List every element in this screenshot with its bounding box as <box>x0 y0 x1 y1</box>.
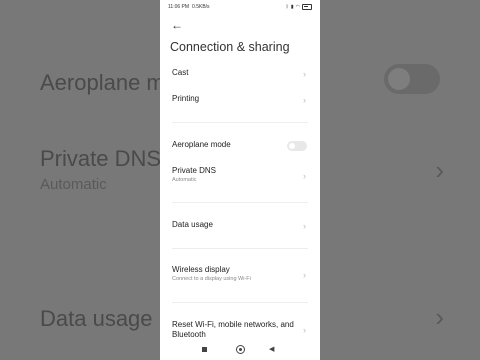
list-item-sublabel: Connect to a display using Wi-Fi <box>172 276 251 282</box>
divider <box>172 248 308 249</box>
list-item-label-line2: Bluetooth <box>172 330 206 339</box>
chevron-right-icon: › <box>303 270 306 280</box>
list-item-sublabel: Automatic <box>172 177 197 183</box>
bg-private-dns-label: Private DNS <box>40 146 162 171</box>
chevron-right-icon: › <box>303 221 306 231</box>
signal-icon: ▮ <box>290 4 294 10</box>
bg-chevron-icon: › <box>435 302 444 332</box>
list-item-label: Printing <box>172 94 200 103</box>
aeroplane-mode-toggle[interactable] <box>287 141 307 151</box>
chevron-right-icon: › <box>303 325 306 335</box>
status-bar: 11:06 PM 0.5KB/s ᛒ ▮ ◠ <box>160 0 320 14</box>
list-item-label: Wireless display <box>172 265 230 274</box>
list-item-aeroplane-mode[interactable]: Aeroplane mode <box>172 140 310 152</box>
status-speed: 0.5KB/s <box>192 4 210 10</box>
list-item-reset-network[interactable]: Reset Wi-Fi, mobile networks, and Blueto… <box>172 320 310 340</box>
list-item-private-dns[interactable]: Private DNS Automatic › <box>172 166 310 186</box>
chevron-right-icon: › <box>303 95 306 105</box>
chevron-right-icon: › <box>303 69 306 79</box>
battery-icon <box>302 4 312 10</box>
bg-private-dns-value: Automatic <box>40 176 107 193</box>
divider <box>172 122 308 123</box>
list-item-label: Private DNS <box>172 166 217 175</box>
wifi-icon: ◠ <box>295 4 300 10</box>
list-item-label: Reset Wi-Fi, mobile networks, and <box>172 320 294 329</box>
list-item-label: Cast <box>172 68 189 77</box>
bg-chevron-icon: › <box>435 155 444 185</box>
list-item-cast[interactable]: Cast › <box>172 68 310 80</box>
status-time: 11:06 PM <box>168 4 190 10</box>
list-item-label: Data usage <box>172 220 213 229</box>
bg-data-usage-label: Data usage <box>40 306 153 331</box>
list-item-data-usage[interactable]: Data usage › <box>172 220 310 232</box>
list-item-printing[interactable]: Printing › <box>172 94 310 106</box>
bg-aeroplane-label: Aeroplane m <box>40 70 165 95</box>
page-title: Connection & sharing <box>170 40 290 54</box>
home-button[interactable] <box>236 345 245 354</box>
recents-button[interactable] <box>202 347 207 352</box>
back-button[interactable]: ◀ <box>269 345 274 353</box>
divider <box>172 302 308 303</box>
divider <box>172 202 308 203</box>
list-item-wireless-display[interactable]: Wireless display Connect to a display us… <box>172 265 310 285</box>
navigation-bar: ◀ <box>160 340 320 360</box>
bg-aeroplane-toggle <box>384 64 440 94</box>
phone-screen: 11:06 PM 0.5KB/s ᛒ ▮ ◠ ← Connection & sh… <box>160 0 320 360</box>
chevron-right-icon: › <box>303 171 306 181</box>
bluetooth-icon: ᛒ <box>285 4 289 10</box>
back-arrow-icon[interactable]: ← <box>171 18 183 32</box>
